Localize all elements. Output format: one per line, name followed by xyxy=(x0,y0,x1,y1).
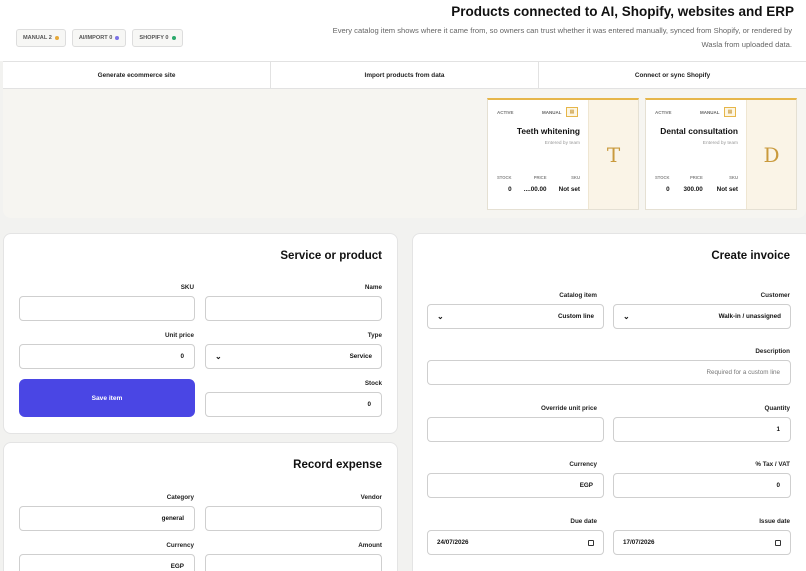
card-price: 300.00 xyxy=(683,186,703,193)
type-select[interactable]: ⌄ Service xyxy=(205,344,382,369)
calendar-icon[interactable] xyxy=(775,539,781,546)
card-initial: D xyxy=(746,100,796,209)
due-date-input[interactable]: 24/07/2026 xyxy=(427,530,604,555)
ai-import-dot-icon xyxy=(115,36,120,40)
card-stock: 0 xyxy=(666,186,670,193)
record-expense-panel: Record expense Category general Vendor C… xyxy=(3,442,398,571)
badge-ai-import[interactable]: AI/IMPORT 0 xyxy=(71,29,127,47)
chevron-down-icon: ⌄ xyxy=(437,312,444,321)
shopify-dot-icon xyxy=(171,36,176,40)
tab-shopify-sync[interactable]: Connect or sync Shopify xyxy=(538,62,806,88)
card-source: MANUAL xyxy=(700,110,720,115)
calendar-icon[interactable] xyxy=(588,539,594,546)
card-stats: STOCK 0 PRICE ....00.00 SKU Not set xyxy=(497,175,580,193)
service-product-panel: Service or product SKU Name Unit price 0… xyxy=(3,233,398,434)
badge-manual[interactable]: MANUAL 2 xyxy=(16,29,66,47)
card-status: ACTIVE xyxy=(655,110,672,115)
chevron-down-icon: ⌄ xyxy=(215,352,222,361)
card-price: ....00.00 xyxy=(523,186,547,193)
manual-dot-icon xyxy=(54,36,59,40)
card-source: MANUAL xyxy=(542,110,562,115)
invoice-form-title: Create invoice xyxy=(711,250,790,262)
description-input[interactable]: Required for a custom line xyxy=(427,360,791,385)
card-initial: T xyxy=(588,100,638,209)
card-origin: Entered by team xyxy=(702,141,738,146)
sku-input[interactable] xyxy=(19,296,195,321)
card-origin: Entered by team xyxy=(544,141,580,146)
name-input[interactable] xyxy=(205,296,382,321)
create-invoice-panel: Create invoice Catalog item ⌄ Custom lin… xyxy=(412,233,806,571)
catalog-panel: ACTIVE MANUAL ▦ Teeth whitening Entered … xyxy=(3,89,806,218)
save-item-button[interactable]: Save item xyxy=(19,379,195,417)
card-sku: Not set xyxy=(716,186,738,193)
expense-form-title: Record expense xyxy=(293,459,382,471)
catalog-item-select[interactable]: ⌄ Custom line xyxy=(427,304,604,329)
customer-select[interactable]: ⌄ Walk-in / unassigned xyxy=(613,304,791,329)
page-header: Products connected to AI, Shopify, websi… xyxy=(0,0,806,61)
manual-source-icon: ▦ xyxy=(566,107,578,117)
card-status: ACTIVE xyxy=(497,110,514,115)
quantity-input[interactable]: 1 xyxy=(613,417,791,442)
page-subtitle: Every catalog item shows where it came f… xyxy=(332,26,792,49)
category-input[interactable]: general xyxy=(19,506,195,531)
unit-price-input[interactable]: 0 xyxy=(19,344,195,369)
service-form-title: Service or product xyxy=(280,250,382,262)
card-sku: Not set xyxy=(558,186,580,193)
page-title: Products connected to AI, Shopify, websi… xyxy=(451,4,794,19)
tab-import-products[interactable]: Import products from data xyxy=(270,62,538,88)
catalog-card[interactable]: ACTIVE MANUAL ▦ Dental consultation Ente… xyxy=(645,98,797,210)
tax-input[interactable]: 0 xyxy=(613,473,791,498)
card-stock: 0 xyxy=(508,186,512,193)
chevron-down-icon: ⌄ xyxy=(623,312,630,321)
manual-source-icon: ▦ xyxy=(724,107,736,117)
badge-shopify[interactable]: SHOPIFY 0 xyxy=(132,29,183,47)
action-tabs: Generate ecommerce site Import products … xyxy=(3,61,806,89)
invoice-currency-input[interactable]: EGP xyxy=(427,473,604,498)
source-badges: MANUAL 2 AI/IMPORT 0 SHOPIFY 0 xyxy=(16,29,183,47)
vendor-input[interactable] xyxy=(205,506,382,531)
catalog-card[interactable]: ACTIVE MANUAL ▦ Teeth whitening Entered … xyxy=(487,98,639,210)
card-name: Teeth whitening xyxy=(516,126,580,136)
stock-input[interactable]: 0 xyxy=(205,392,382,417)
override-price-input[interactable] xyxy=(427,417,604,442)
amount-input[interactable] xyxy=(205,554,382,571)
card-stats: STOCK 0 PRICE 300.00 SKU Not set xyxy=(655,175,738,193)
card-name: Dental consultation xyxy=(660,126,738,136)
tab-generate-site[interactable]: Generate ecommerce site xyxy=(3,62,270,88)
expense-currency-input[interactable]: EGP xyxy=(19,554,195,571)
issue-date-input[interactable]: 17/07/2026 xyxy=(613,530,791,555)
